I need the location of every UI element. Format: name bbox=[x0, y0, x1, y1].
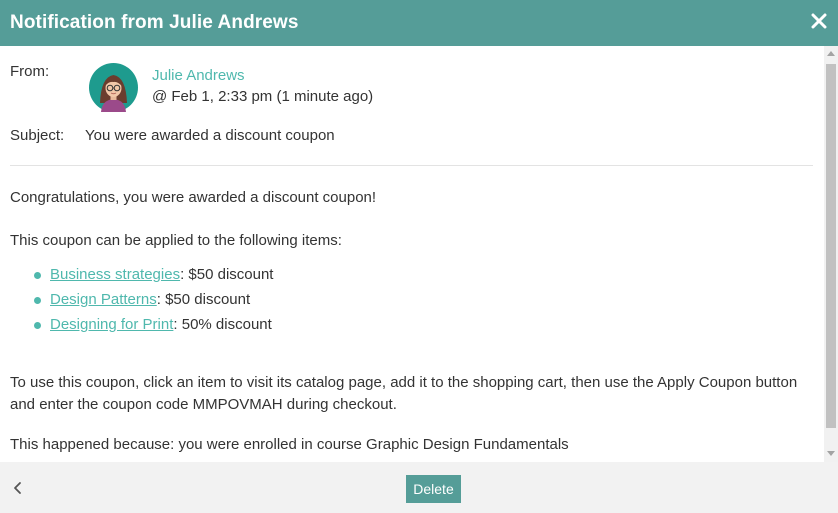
item-link-design-patterns[interactable]: Design Patterns bbox=[50, 291, 157, 308]
bullet-icon bbox=[34, 322, 41, 329]
subject-label: Subject: bbox=[10, 127, 65, 144]
scrollbar[interactable] bbox=[824, 46, 838, 462]
dialog-header: Notification from Julie Andrews bbox=[0, 0, 838, 46]
delete-button[interactable]: Delete bbox=[406, 475, 461, 503]
message-timestamp: @ Feb 1, 2:33 pm (1 minute ago) bbox=[152, 88, 374, 105]
list-item: Business strategies: $50 discount bbox=[34, 265, 273, 290]
sender-link[interactable]: Julie Andrews bbox=[152, 67, 245, 84]
item-discount: : 50% discount bbox=[173, 316, 272, 333]
applies-text: This coupon can be applied to the follow… bbox=[10, 232, 342, 249]
dialog-footer: Delete bbox=[0, 462, 838, 513]
reason-text: This happened because: you were enrolled… bbox=[10, 436, 569, 453]
dialog-title: Notification from Julie Andrews bbox=[10, 12, 299, 33]
list-item: Designing for Print: 50% discount bbox=[34, 315, 273, 340]
congrats-text: Congratulations, you were awarded a disc… bbox=[10, 189, 377, 206]
scroll-up-icon[interactable] bbox=[827, 51, 835, 56]
item-link-designing-for-print[interactable]: Designing for Print bbox=[50, 316, 173, 333]
avatar bbox=[89, 63, 138, 112]
close-icon[interactable] bbox=[811, 13, 827, 29]
divider bbox=[10, 165, 813, 166]
bullet-icon bbox=[34, 297, 41, 304]
message-body: From: Julie Andrews @ Feb 1, 2:33 pm (1 … bbox=[0, 46, 822, 462]
bullet-icon bbox=[34, 272, 41, 279]
from-label: From: bbox=[10, 63, 50, 80]
coupon-items-list: Business strategies: $50 discount Design… bbox=[34, 265, 273, 340]
instructions-text: To use this coupon, click an item to vis… bbox=[10, 374, 798, 413]
item-discount: : $50 discount bbox=[156, 291, 251, 308]
scrollbar-thumb[interactable] bbox=[826, 64, 836, 428]
chevron-left-icon[interactable] bbox=[12, 481, 24, 495]
item-discount: : $50 discount bbox=[180, 266, 274, 283]
message-subject: You were awarded a discount coupon bbox=[85, 127, 335, 144]
list-item: Design Patterns: $50 discount bbox=[34, 290, 273, 315]
scroll-down-icon[interactable] bbox=[827, 451, 835, 456]
item-link-business-strategies[interactable]: Business strategies bbox=[50, 266, 180, 283]
